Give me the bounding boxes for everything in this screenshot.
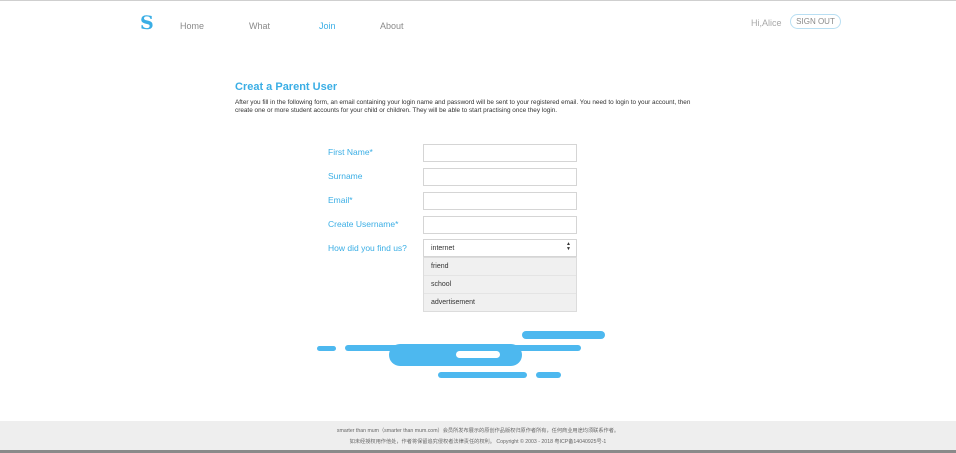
cloud-decoration — [317, 331, 605, 378]
footer: smarter than mum（smarter than mum.com）会员… — [0, 421, 956, 453]
footer-copyright-line1: smarter than mum（smarter than mum.com）会员… — [336, 428, 620, 434]
footer-copyright-line2: 如未经授权用作他处，作者将保留追究侵权者法律责任的权利。 Copyright ©… — [349, 439, 607, 445]
